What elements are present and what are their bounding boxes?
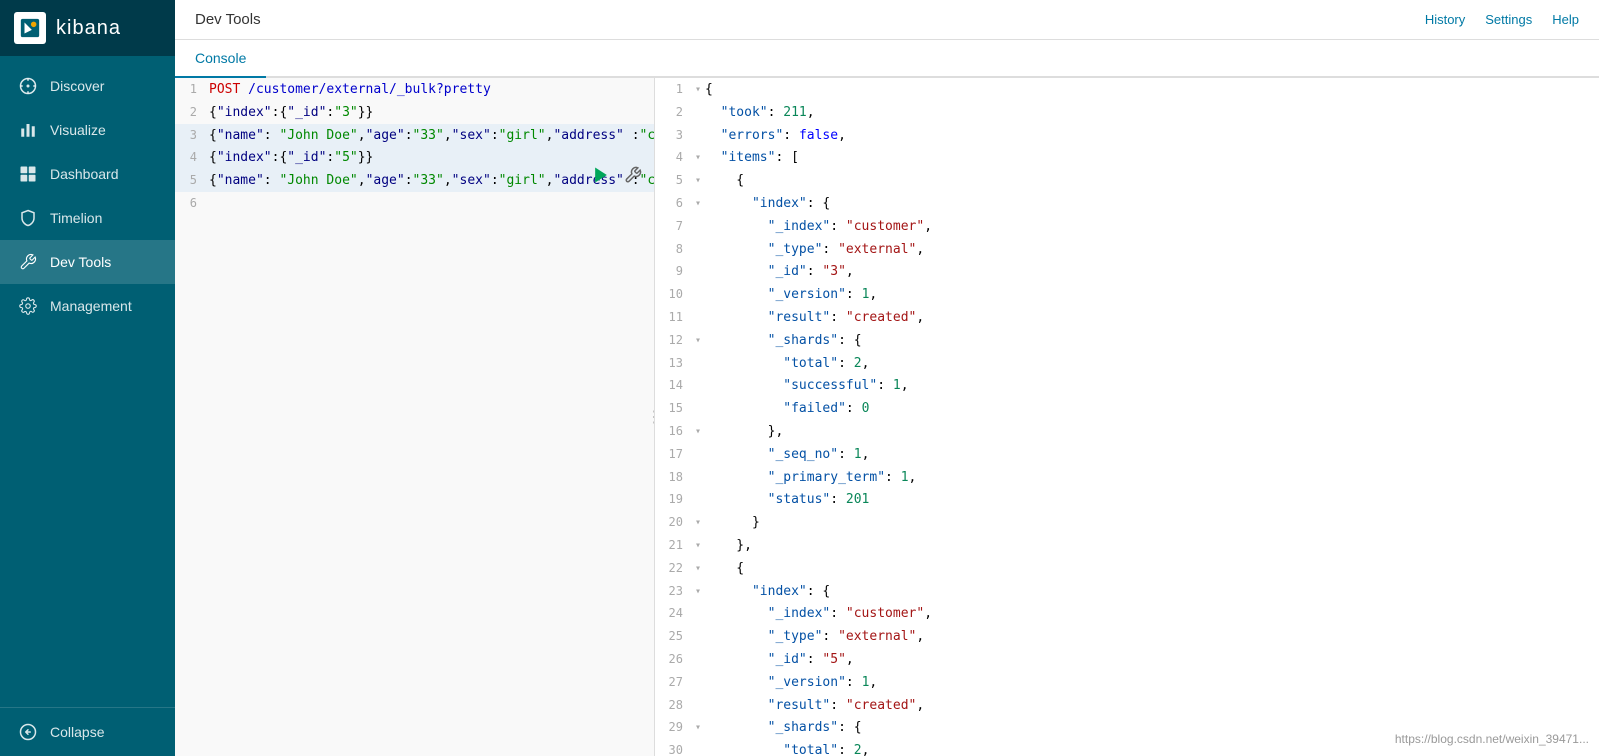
output-line-19: 19 "status": 201 bbox=[655, 488, 1599, 511]
output-line-16: 16 ▾ }, bbox=[655, 420, 1599, 443]
output-line-5: 5 ▾ { bbox=[655, 169, 1599, 192]
right-pane[interactable]: 1 ▾ { 2 "took": 211, 3 "errors": false, … bbox=[655, 78, 1599, 756]
help-link[interactable]: Help bbox=[1552, 12, 1579, 27]
sidebar-item-discover-label: Discover bbox=[50, 78, 104, 94]
circle-arrow-icon bbox=[18, 722, 38, 742]
output-line-25: 25 "_type": "external", bbox=[655, 625, 1599, 648]
output-line-20: 20 ▾ } bbox=[655, 511, 1599, 534]
output-line-6: 6 ▾ "index": { bbox=[655, 192, 1599, 215]
sidebar-item-timelion[interactable]: Timelion bbox=[0, 196, 175, 240]
sidebar-item-timelion-label: Timelion bbox=[50, 210, 102, 226]
code-line-3: 3 {"name": "John Doe","age":"33","sex":"… bbox=[175, 124, 654, 147]
shield-icon bbox=[18, 208, 38, 228]
compass-icon bbox=[18, 76, 38, 96]
sidebar-item-devtools[interactable]: Dev Tools bbox=[0, 240, 175, 284]
request-settings-button[interactable] bbox=[620, 162, 646, 188]
code-line-2: 2 {"index":{"_id":"3"}} bbox=[175, 101, 654, 124]
gear-icon bbox=[18, 296, 38, 316]
output-line-3: 3 "errors": false, bbox=[655, 124, 1599, 147]
output-line-2: 2 "took": 211, bbox=[655, 101, 1599, 124]
app-title: kibana bbox=[56, 17, 121, 40]
code-line-5: 5 {"name": "John Doe","age":"33","sex":"… bbox=[175, 169, 654, 192]
output-line-27: 27 "_version": 1, bbox=[655, 671, 1599, 694]
sidebar-logo: kibana bbox=[0, 0, 175, 56]
output-line-9: 9 "_id": "3", bbox=[655, 260, 1599, 283]
page-title: Dev Tools bbox=[195, 11, 261, 28]
bar-chart-icon bbox=[18, 120, 38, 140]
run-button[interactable] bbox=[588, 162, 614, 188]
tabs: Console bbox=[175, 40, 1599, 78]
sidebar-item-dashboard-label: Dashboard bbox=[50, 166, 119, 182]
code-line-1: 1 POST /customer/external/_bulk?pretty bbox=[175, 78, 654, 101]
sidebar: kibana Discover Visualize Dashboard bbox=[0, 0, 175, 756]
kibana-icon bbox=[14, 12, 46, 44]
output-line-23: 23 ▾ "index": { bbox=[655, 580, 1599, 603]
resize-handle[interactable]: ⋮ bbox=[649, 78, 655, 756]
output-line-4: 4 ▾ "items": [ bbox=[655, 146, 1599, 169]
output-line-12: 12 ▾ "_shards": { bbox=[655, 329, 1599, 352]
top-header: Dev Tools History Settings Help bbox=[175, 0, 1599, 40]
output-line-28: 28 "result": "created", bbox=[655, 694, 1599, 717]
code-line-4: 4 {"index":{"_id":"5"}} bbox=[175, 146, 654, 169]
sidebar-item-devtools-label: Dev Tools bbox=[50, 254, 111, 270]
editor-toolbar bbox=[588, 162, 646, 188]
history-link[interactable]: History bbox=[1425, 12, 1465, 27]
settings-link[interactable]: Settings bbox=[1485, 12, 1532, 27]
collapse-button[interactable]: Collapse bbox=[0, 707, 175, 756]
output-line-8: 8 "_type": "external", bbox=[655, 238, 1599, 261]
output-line-21: 21 ▾ }, bbox=[655, 534, 1599, 557]
sidebar-item-visualize-label: Visualize bbox=[50, 122, 106, 138]
code-line-6: 6 bbox=[175, 192, 654, 214]
input-editor[interactable]: 1 POST /customer/external/_bulk?pretty 2… bbox=[175, 78, 654, 756]
sidebar-item-management[interactable]: Management bbox=[0, 284, 175, 328]
watermark: https://blog.csdn.net/weixin_39471... bbox=[1395, 732, 1589, 746]
editor-area: 1 POST /customer/external/_bulk?pretty 2… bbox=[175, 78, 1599, 756]
header-actions: History Settings Help bbox=[1425, 12, 1579, 27]
grid-icon bbox=[18, 164, 38, 184]
output-line-1: 1 ▾ { bbox=[655, 78, 1599, 101]
output-line-10: 10 "_version": 1, bbox=[655, 283, 1599, 306]
sidebar-nav: Discover Visualize Dashboard Timelion bbox=[0, 56, 175, 707]
output-line-14: 14 "successful": 1, bbox=[655, 374, 1599, 397]
tab-console[interactable]: Console bbox=[175, 40, 266, 78]
output-line-18: 18 "_primary_term": 1, bbox=[655, 466, 1599, 489]
sidebar-item-discover[interactable]: Discover bbox=[0, 64, 175, 108]
collapse-label: Collapse bbox=[50, 724, 104, 740]
output-line-22: 22 ▾ { bbox=[655, 557, 1599, 580]
output-line-24: 24 "_index": "customer", bbox=[655, 602, 1599, 625]
output-line-13: 13 "total": 2, bbox=[655, 352, 1599, 375]
output-line-7: 7 "_index": "customer", bbox=[655, 215, 1599, 238]
main-content: Dev Tools History Settings Help Console … bbox=[175, 0, 1599, 756]
output-line-17: 17 "_seq_no": 1, bbox=[655, 443, 1599, 466]
output-line-11: 11 "result": "created", bbox=[655, 306, 1599, 329]
output-line-15: 15 "failed": 0 bbox=[655, 397, 1599, 420]
output-editor: 1 ▾ { 2 "took": 211, 3 "errors": false, … bbox=[655, 78, 1599, 756]
sidebar-item-dashboard[interactable]: Dashboard bbox=[0, 152, 175, 196]
sidebar-item-management-label: Management bbox=[50, 298, 132, 314]
wrench-icon bbox=[18, 252, 38, 272]
output-line-26: 26 "_id": "5", bbox=[655, 648, 1599, 671]
sidebar-item-visualize[interactable]: Visualize bbox=[0, 108, 175, 152]
left-pane: 1 POST /customer/external/_bulk?pretty 2… bbox=[175, 78, 655, 756]
